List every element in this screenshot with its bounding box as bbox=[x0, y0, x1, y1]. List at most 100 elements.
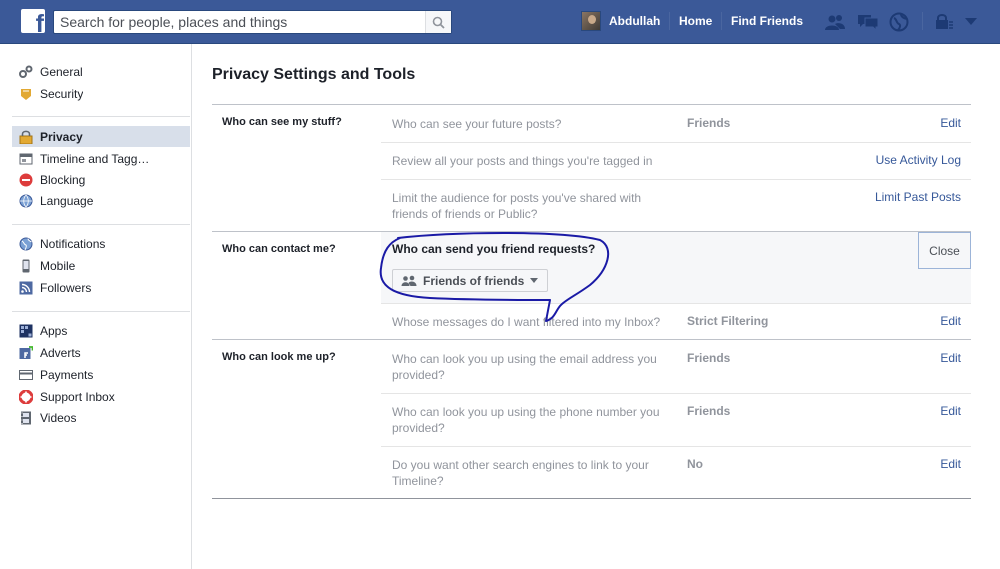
edit-button[interactable]: Edit bbox=[940, 116, 961, 130]
search-icon bbox=[432, 16, 445, 29]
close-button[interactable]: Close bbox=[918, 232, 971, 269]
sidebar-item-language[interactable]: Language bbox=[12, 190, 190, 211]
audience-dropdown[interactable]: Friends of friends bbox=[392, 269, 549, 292]
profile-link[interactable] bbox=[581, 11, 609, 31]
sidebar-item-general[interactable]: General bbox=[12, 61, 190, 82]
setting-row-phone-lookup[interactable]: Who can look you up using the phone numb… bbox=[381, 393, 971, 446]
friend-requests-icon[interactable] bbox=[824, 12, 846, 32]
setting-row-limit-past-posts[interactable]: Limit the audience for posts you've shar… bbox=[381, 179, 971, 232]
search-button[interactable] bbox=[425, 11, 451, 33]
sidebar-item-privacy[interactable]: Privacy bbox=[12, 126, 190, 147]
gear-icon bbox=[18, 64, 33, 79]
sidebar-item-apps[interactable]: Apps bbox=[12, 320, 190, 341]
sidebar-item-label: Security bbox=[40, 86, 84, 101]
badge-icon bbox=[18, 86, 33, 101]
setting-row-search-engines[interactable]: Do you want other search engines to link… bbox=[381, 446, 971, 499]
sidebar-item-label: Notifications bbox=[40, 236, 106, 251]
sidebar-item-followers[interactable]: Followers bbox=[12, 277, 190, 298]
sidebar-item-label: Blocking bbox=[40, 172, 86, 187]
section-label: Who can see my stuff? bbox=[222, 116, 342, 128]
use-activity-log-button[interactable]: Use Activity Log bbox=[876, 153, 961, 167]
sidebar-item-adverts[interactable]: Adverts bbox=[12, 342, 190, 363]
messages-icon[interactable] bbox=[857, 12, 879, 32]
settings-sidebar: General Security Privacy Timeline and Ta… bbox=[0, 44, 192, 569]
sidebar-item-security[interactable]: Security bbox=[12, 83, 190, 104]
edit-button[interactable]: Edit bbox=[940, 351, 961, 365]
section-bottom-border bbox=[212, 498, 971, 499]
setting-value: No bbox=[687, 457, 703, 471]
nav-divider bbox=[721, 12, 722, 30]
sidebar-item-label: Support Inbox bbox=[40, 389, 115, 404]
setting-value: Friends bbox=[687, 116, 731, 130]
dropdown-value: Friends of friends bbox=[423, 273, 525, 288]
expanded-friend-requests: Who can send you friend requests? Friend… bbox=[381, 232, 971, 303]
limit-past-posts-button[interactable]: Limit Past Posts bbox=[875, 190, 961, 204]
setting-question: Do you want other search engines to link… bbox=[392, 458, 649, 488]
setting-row-message-filtering[interactable]: Whose messages do I want filtered into m… bbox=[381, 303, 971, 340]
block-icon bbox=[18, 172, 33, 187]
section-label: Who can contact me? bbox=[222, 243, 336, 255]
lock-icon bbox=[18, 129, 33, 144]
find-friends-link[interactable]: Find Friends bbox=[731, 14, 803, 28]
sidebar-divider bbox=[12, 311, 190, 312]
sidebar-item-payments[interactable]: Payments bbox=[12, 364, 190, 385]
edit-button[interactable]: Edit bbox=[940, 314, 961, 328]
setting-question: Whose messages do I want filtered into m… bbox=[392, 315, 661, 329]
sidebar-item-label: Mobile bbox=[40, 258, 76, 273]
lifebuoy-icon bbox=[18, 389, 33, 404]
sidebar-item-blocking[interactable]: Blocking bbox=[12, 169, 190, 190]
chevron-down-icon bbox=[530, 278, 539, 283]
setting-question: Who can look you up using the email addr… bbox=[392, 352, 657, 382]
search-box bbox=[53, 10, 452, 34]
home-link[interactable]: Home bbox=[679, 14, 712, 28]
sidebar-item-label: General bbox=[40, 64, 83, 79]
profile-name-link[interactable]: Abdullah bbox=[609, 14, 660, 28]
sidebar-item-label: Payments bbox=[40, 367, 94, 382]
sidebar-item-label: Videos bbox=[40, 410, 77, 425]
setting-question: Who can send you friend requests? bbox=[392, 242, 596, 256]
setting-value: Friends bbox=[687, 351, 731, 365]
mobile-icon bbox=[18, 258, 33, 273]
adverts-icon bbox=[18, 345, 33, 360]
sidebar-item-label: Followers bbox=[40, 280, 92, 295]
section-label: Who can look me up? bbox=[222, 351, 336, 363]
section-who-can-contact: Who can contact me? Who can send you fri… bbox=[212, 231, 971, 339]
notifications-globe-icon[interactable] bbox=[888, 12, 910, 32]
facebook-logo-icon[interactable]: f bbox=[21, 9, 45, 33]
setting-row-activity-log[interactable]: Review all your posts and things you're … bbox=[381, 142, 971, 179]
apps-icon bbox=[18, 323, 33, 338]
section-who-can-look-up: Who can look me up? Who can look you up … bbox=[212, 339, 971, 498]
search-input[interactable] bbox=[54, 11, 424, 33]
film-icon bbox=[18, 410, 33, 425]
setting-question: Review all your posts and things you're … bbox=[392, 154, 653, 168]
setting-value: Friends bbox=[687, 404, 731, 418]
page-title: Privacy Settings and Tools bbox=[212, 66, 416, 83]
sidebar-item-mobile[interactable]: Mobile bbox=[12, 255, 190, 276]
sidebar-item-notifications[interactable]: Notifications bbox=[12, 233, 190, 254]
top-navigation-bar: f Abdullah Home Find Friends bbox=[0, 0, 1000, 44]
sidebar-item-support-inbox[interactable]: Support Inbox bbox=[12, 386, 190, 407]
edit-button[interactable]: Edit bbox=[940, 457, 961, 471]
avatar bbox=[581, 11, 601, 31]
card-icon bbox=[18, 367, 33, 382]
setting-row-email-lookup[interactable]: Who can look you up using the email addr… bbox=[381, 340, 971, 393]
setting-row-future-posts[interactable]: Who can see your future posts? Friends E… bbox=[381, 105, 971, 142]
edit-button[interactable]: Edit bbox=[940, 404, 961, 418]
sidebar-item-label: Privacy bbox=[40, 129, 83, 144]
globe-icon bbox=[18, 236, 33, 251]
nav-divider bbox=[922, 12, 923, 30]
sidebar-item-videos[interactable]: Videos bbox=[12, 407, 190, 428]
setting-value: Strict Filtering bbox=[687, 314, 769, 328]
sidebar-item-timeline-tagging[interactable]: Timeline and Tagg… bbox=[12, 148, 190, 169]
globe-icon bbox=[18, 193, 33, 208]
sidebar-item-label: Language bbox=[40, 193, 94, 208]
rss-icon bbox=[18, 280, 33, 295]
sidebar-item-label: Timeline and Tagg… bbox=[40, 151, 150, 166]
account-menu-chevron-down-icon[interactable] bbox=[960, 12, 982, 32]
friends-icon bbox=[401, 275, 417, 287]
sidebar-item-label: Apps bbox=[40, 323, 68, 338]
nav-divider bbox=[669, 12, 670, 30]
sidebar-divider bbox=[12, 116, 190, 117]
setting-question: Who can look you up using the phone numb… bbox=[392, 405, 660, 435]
privacy-shortcuts-icon[interactable] bbox=[933, 12, 955, 32]
